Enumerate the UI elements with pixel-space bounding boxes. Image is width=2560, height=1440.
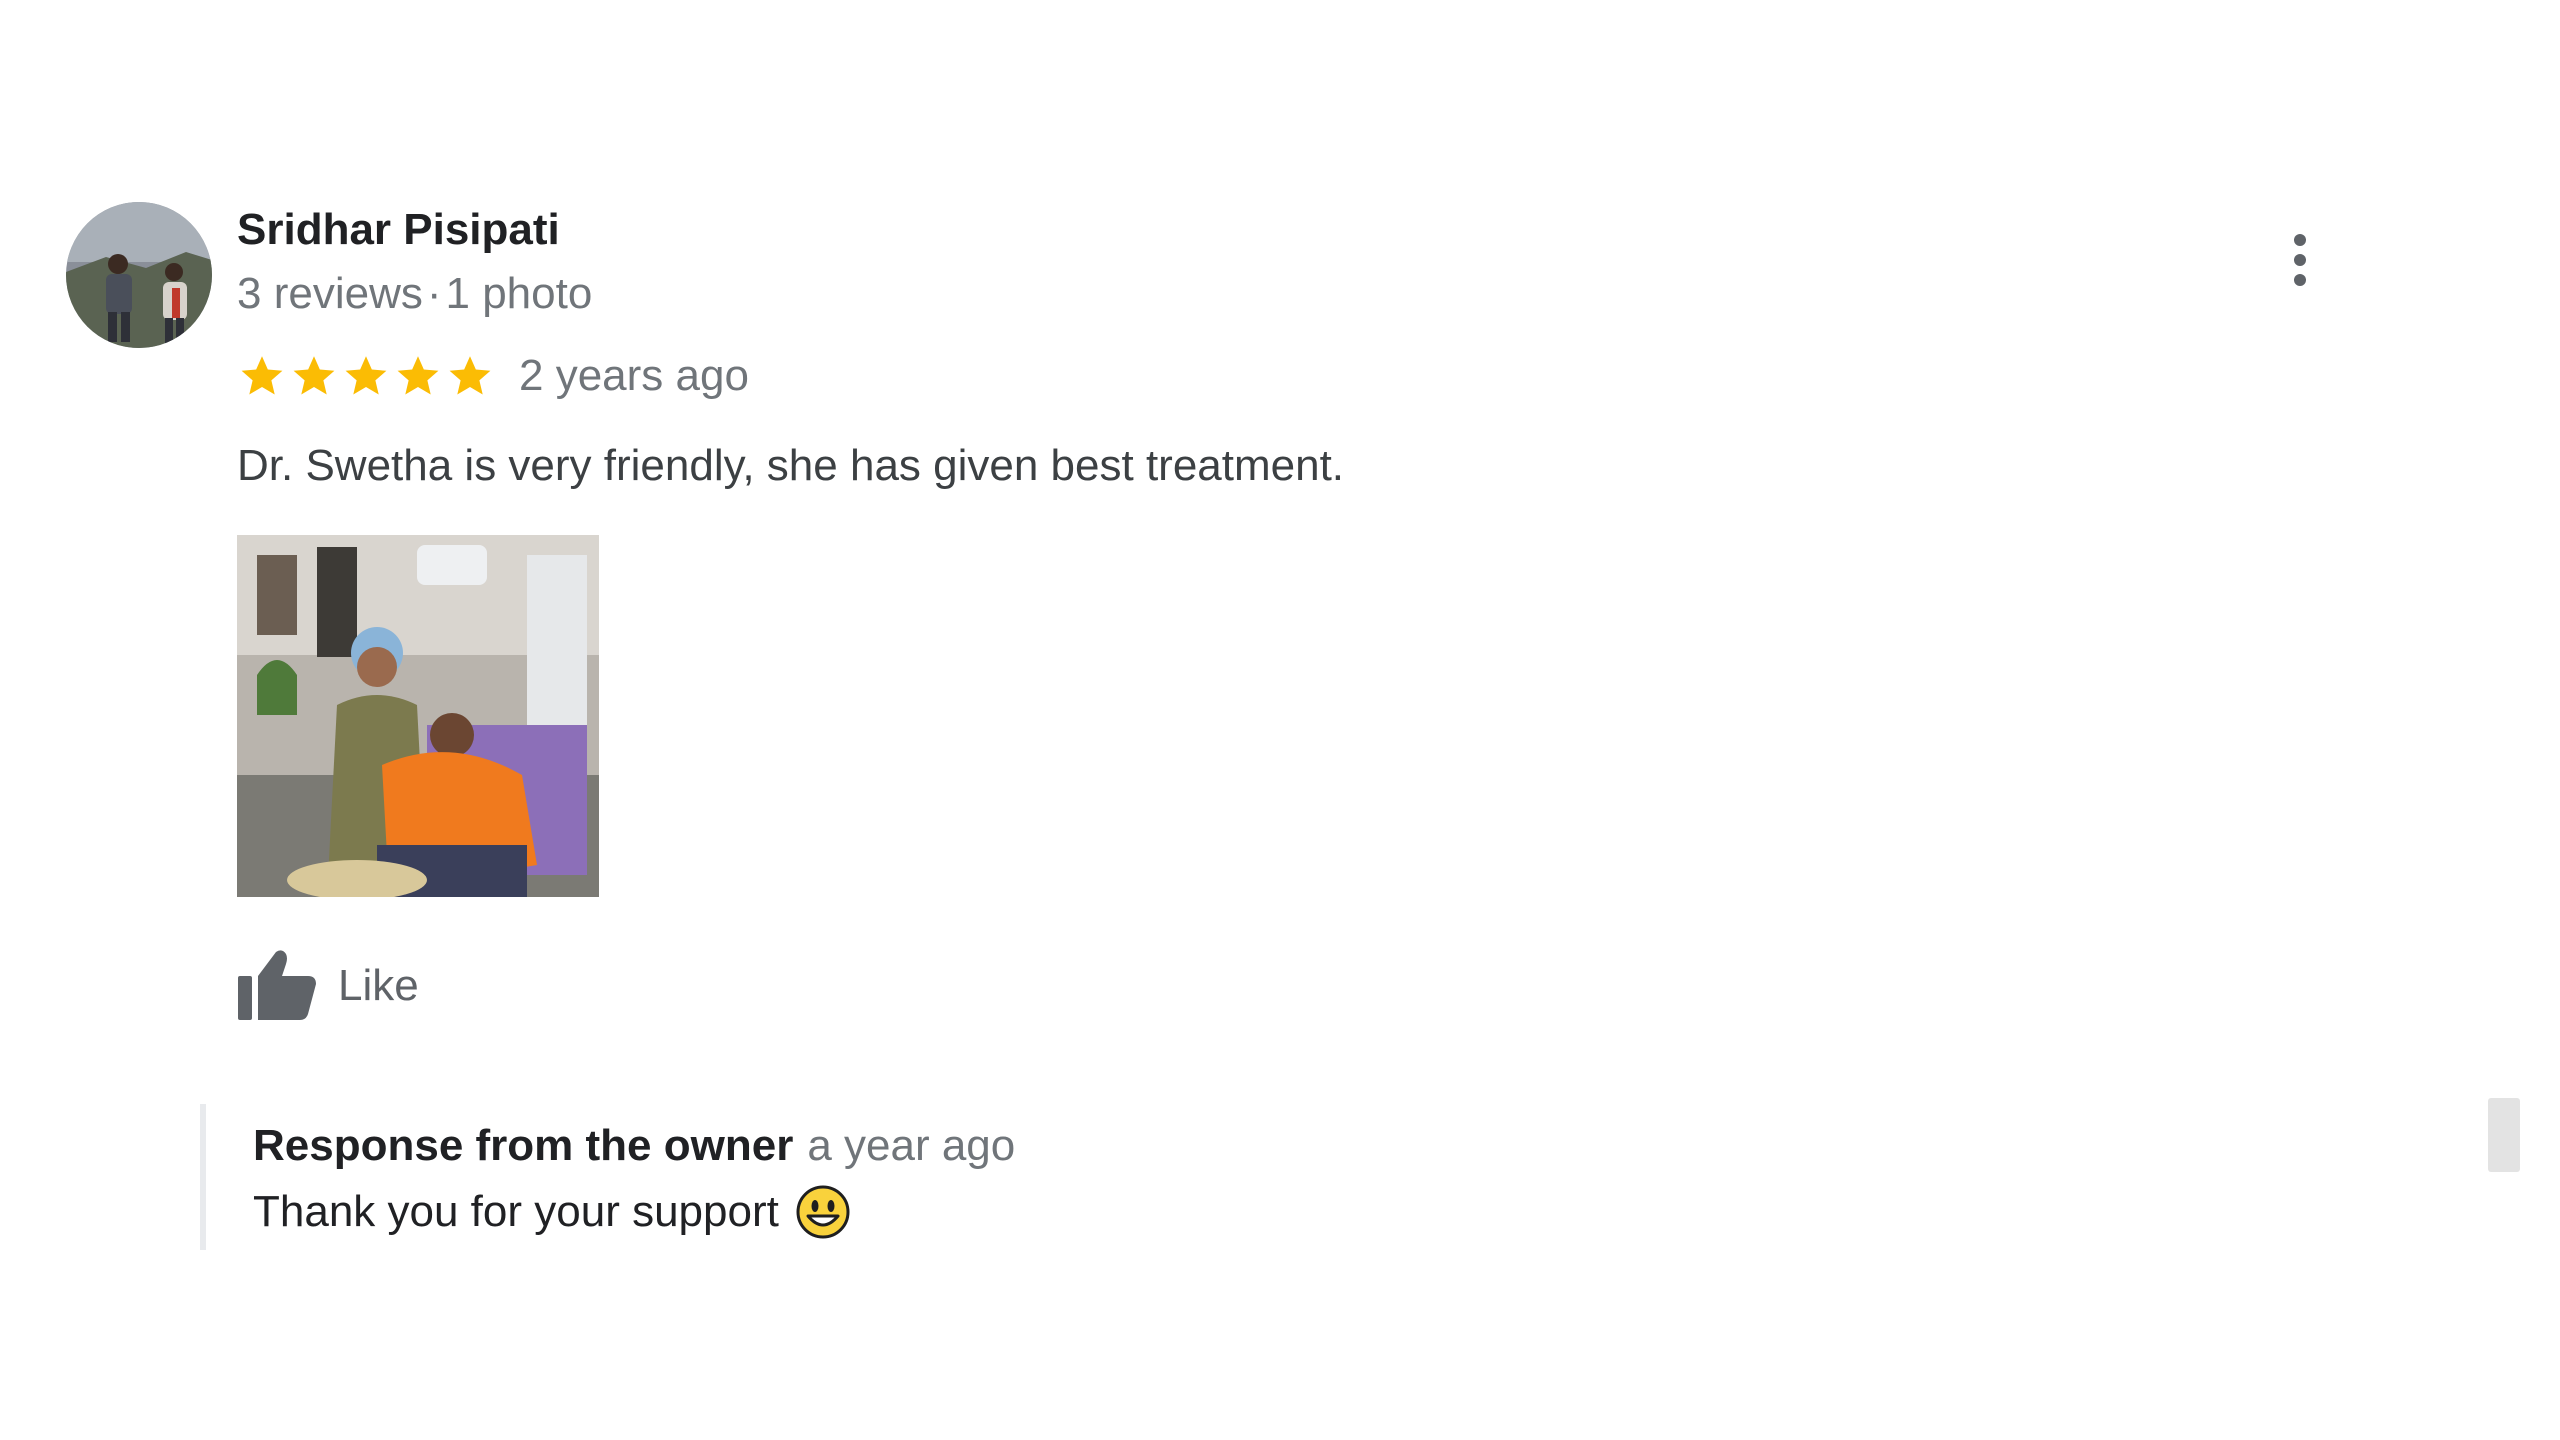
author-meta: 3 reviews·1 photo (237, 266, 592, 322)
response-time: a year ago (807, 1121, 1016, 1170)
author-avatar[interactable] (66, 202, 212, 348)
like-button[interactable]: Like (234, 946, 419, 1026)
meta-separator: · (426, 269, 442, 318)
star-rating (237, 351, 497, 401)
response-text: Thank you for your support (253, 1187, 779, 1236)
response-title: Response from the owner (253, 1121, 794, 1170)
star-icon (345, 356, 387, 395)
avatar-photo (66, 202, 212, 348)
rating-row: 2 years ago (237, 346, 749, 406)
owner-response: Response from the owner a year ago Thank … (200, 1104, 1806, 1250)
thumb-up-icon (238, 950, 316, 1020)
response-text-row: Thank you for your support (253, 1184, 851, 1240)
review-photo[interactable] (237, 535, 599, 897)
reviews-count: 3 reviews (237, 269, 423, 318)
more-vert-icon (2294, 234, 2306, 286)
review-text: Dr. Swetha is very friendly, she has giv… (237, 441, 1345, 490)
more-options-button[interactable] (2266, 226, 2334, 294)
scrollbar-thumb[interactable] (2488, 1098, 2520, 1172)
star-icon (449, 356, 491, 395)
photos-count: 1 photo (445, 269, 593, 318)
review-photo-image (237, 535, 599, 897)
grinning-face-icon (795, 1184, 851, 1240)
response-header: Response from the owner a year ago (253, 1118, 1015, 1184)
star-icon (241, 356, 283, 395)
star-icon (397, 356, 439, 395)
author-name[interactable]: Sridhar Pisipati (237, 202, 560, 258)
review-card: Sridhar Pisipati 3 reviews·1 photo 2 yea… (0, 0, 2560, 1440)
review-time: 2 years ago (519, 351, 749, 400)
star-icon (293, 356, 335, 395)
like-label: Like (338, 961, 419, 1010)
